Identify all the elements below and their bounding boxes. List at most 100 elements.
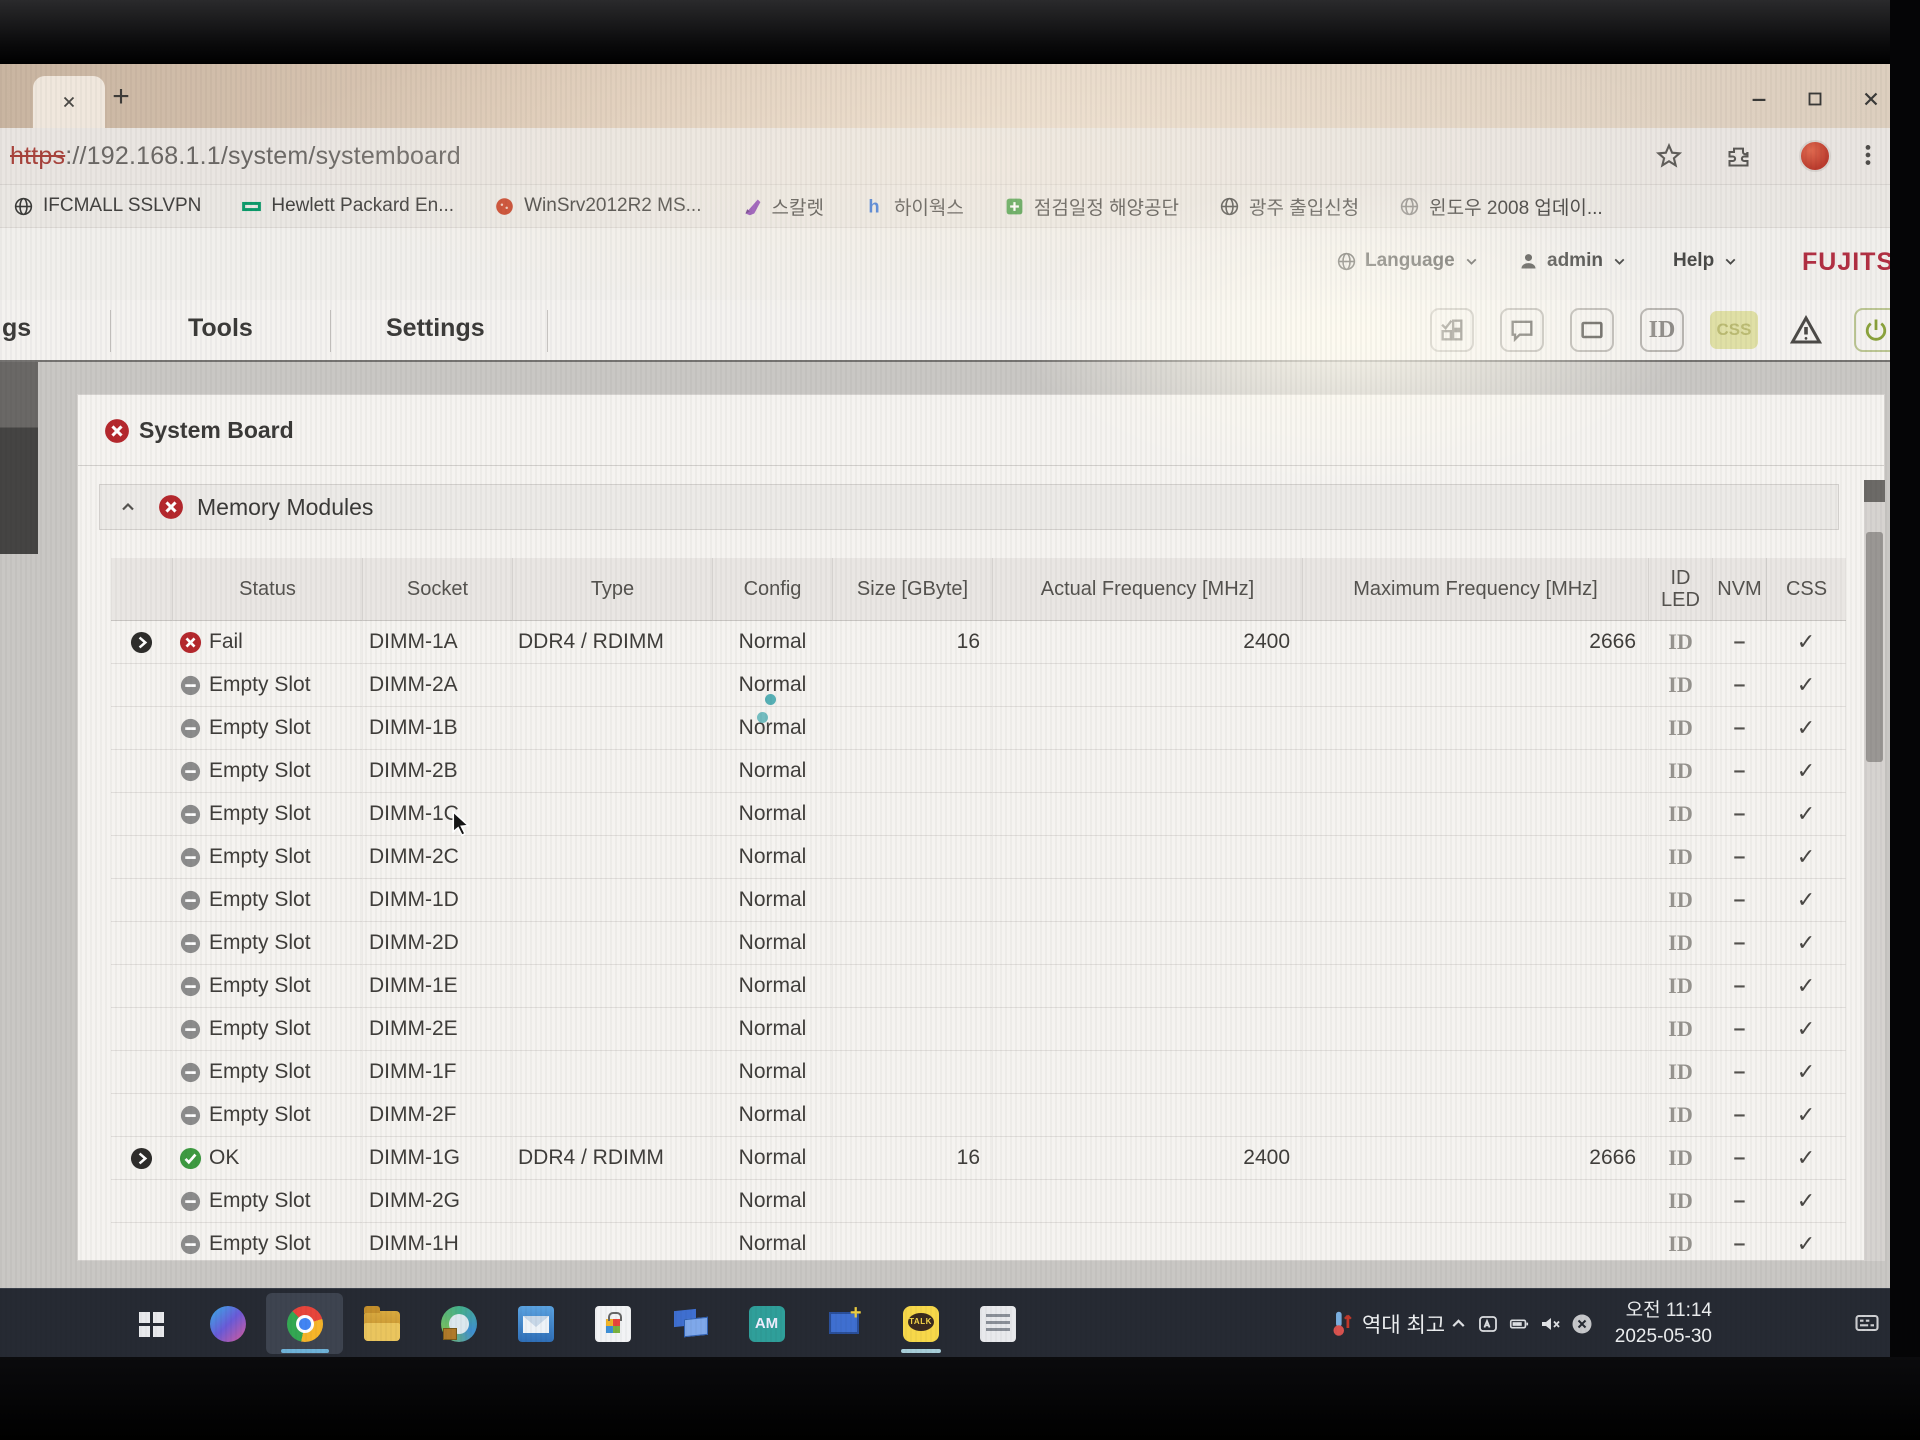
cell-status: Empty Slot <box>173 1223 363 1261</box>
id-led-button[interactable]: ID <box>1668 1145 1692 1171</box>
nvm-value: – <box>1734 1017 1746 1041</box>
user-menu[interactable]: admin <box>1518 250 1628 272</box>
tray-expand-caret-icon[interactable] <box>1448 1313 1469 1334</box>
id-led-button[interactable]: ID <box>1668 1016 1692 1042</box>
cell-id: ID <box>1649 836 1713 878</box>
cell-status: OK <box>173 1137 363 1179</box>
sidebar-fragment <box>0 362 38 554</box>
scrollbar-thumb[interactable] <box>1866 532 1883 762</box>
window-close-button[interactable] <box>1860 88 1882 110</box>
scrollbar[interactable] <box>1864 480 1885 1261</box>
window-maximize-button[interactable] <box>1804 88 1826 110</box>
cell-status: Empty Slot <box>173 707 363 749</box>
tab-close-icon[interactable] <box>60 93 78 111</box>
console-chat-button[interactable] <box>1500 308 1544 352</box>
scrollbar-arrow[interactable] <box>1864 480 1885 502</box>
cell-socket: DIMM-1G <box>363 1137 513 1179</box>
expand-row-icon[interactable] <box>130 631 153 654</box>
bookmark-item[interactable]: IFCMALL SSLVPN <box>13 195 201 217</box>
id-led-button[interactable]: ID <box>1668 1102 1692 1128</box>
cell-max <box>1303 664 1649 706</box>
power-button[interactable] <box>1854 308 1890 352</box>
component-status-button[interactable] <box>1430 308 1474 352</box>
video-redirection-button[interactable] <box>1570 308 1614 352</box>
browser-profile-avatar[interactable] <box>1799 140 1831 172</box>
action-center-icon[interactable] <box>1852 1309 1882 1337</box>
table-row[interactable]: OKDIMM-1GDDR4 / RDIMMNormal1624002666ID–… <box>111 1137 1846 1180</box>
table-row: Empty SlotDIMM-2BNormalID–✓ <box>111 750 1846 793</box>
cell-expand <box>111 922 173 964</box>
browser-menu-icon[interactable] <box>1855 142 1881 168</box>
id-led-button[interactable]: ID <box>1668 629 1692 655</box>
temperature-icon[interactable] <box>1326 1307 1356 1339</box>
id-led-button[interactable]: ID <box>1668 801 1692 827</box>
expand-row-icon[interactable] <box>130 1147 153 1170</box>
identify-led-button[interactable]: ID <box>1640 308 1684 352</box>
cell-config: Normal <box>713 965 833 1007</box>
nav-item-logs-cut[interactable]: gs <box>2 314 31 343</box>
nvm-value: – <box>1734 630 1746 654</box>
column-header: Actual Frequency [MHz] <box>993 558 1303 620</box>
bookmark-item[interactable]: 스칼렛 <box>742 193 824 220</box>
language-menu[interactable]: Language <box>1336 250 1480 272</box>
id-led-button[interactable]: ID <box>1668 887 1692 913</box>
cell-nvm: – <box>1713 879 1767 921</box>
page-header: Language admin Help FUJITSU <box>0 228 1890 300</box>
bookmark-item[interactable]: Hewlett Packard En... <box>241 195 454 217</box>
table-row: Empty SlotDIMM-1DNormalID–✓ <box>111 879 1846 922</box>
collapse-chevron-icon[interactable] <box>118 497 138 517</box>
cell-css: ✓ <box>1767 1223 1846 1261</box>
extensions-icon[interactable] <box>1725 143 1752 170</box>
browser-tab[interactable] <box>33 76 105 128</box>
cell-max <box>1303 1051 1649 1093</box>
url-text[interactable]: https://192.168.1.1/system/systemboard <box>10 142 461 171</box>
css-indicator[interactable]: CSS <box>1710 311 1758 349</box>
warning-triangle-icon <box>1788 312 1824 348</box>
new-tab-button[interactable]: + <box>104 80 138 114</box>
id-led-button[interactable]: ID <box>1668 672 1692 698</box>
css-check: ✓ <box>1797 1231 1815 1257</box>
id-led-button[interactable]: ID <box>1668 973 1692 999</box>
css-check: ✓ <box>1797 1059 1815 1085</box>
weather-headline[interactable]: 역대 최고 <box>1362 1309 1445 1339</box>
table-row[interactable]: FailDIMM-1ADDR4 / RDIMMNormal1624002666I… <box>111 621 1846 664</box>
id-led-button[interactable]: ID <box>1668 1188 1692 1214</box>
bookmark-item[interactable]: WinSrv2012R2 MS... <box>494 195 701 217</box>
bookmark-star-icon[interactable] <box>1655 142 1683 170</box>
cell-css: ✓ <box>1767 707 1846 749</box>
bookmark-item[interactable]: 점검일정 해양공단 <box>1004 193 1179 220</box>
id-led-button[interactable]: ID <box>1668 758 1692 784</box>
id-led-button[interactable]: ID <box>1668 930 1692 956</box>
system-warning-indicator[interactable] <box>1784 308 1828 352</box>
status-text: Empty Slot <box>209 1103 311 1127</box>
memory-modules-section-header[interactable]: Memory Modules <box>99 484 1839 530</box>
bookmark-item[interactable]: h하이웍스 <box>864 193 964 220</box>
id-led-button[interactable]: ID <box>1668 844 1692 870</box>
volume-muted-icon[interactable] <box>1538 1312 1562 1336</box>
user-icon <box>1518 251 1539 272</box>
cell-config: Normal <box>713 707 833 749</box>
divider <box>78 465 1884 466</box>
window-minimize-button[interactable] <box>1748 88 1770 110</box>
bookmark-item[interactable]: 광주 출입신청 <box>1219 193 1359 220</box>
cell-size <box>833 836 993 878</box>
cell-type: DDR4 / RDIMM <box>513 621 713 663</box>
help-menu[interactable]: Help <box>1673 250 1739 272</box>
cell-type <box>513 707 713 749</box>
id-led-button[interactable]: ID <box>1668 1231 1692 1257</box>
nav-item-settings[interactable]: Settings <box>386 314 485 343</box>
browser-address-bar[interactable]: https://192.168.1.1/system/systemboard <box>0 128 1890 185</box>
battery-icon[interactable] <box>1506 1313 1532 1335</box>
id-led-button[interactable]: ID <box>1668 715 1692 741</box>
taskbar-clock[interactable]: 오전 11:142025-05-30 <box>1600 1298 1712 1350</box>
bookmark-item[interactable]: 윈도우 2008 업데이... <box>1399 193 1603 220</box>
nav-item-tools[interactable]: Tools <box>188 314 253 343</box>
cell-status: Fail <box>173 621 363 663</box>
ime-icon[interactable] <box>1476 1312 1500 1336</box>
notification-close-icon[interactable] <box>1570 1312 1594 1336</box>
cell-id: ID <box>1649 1180 1713 1222</box>
cell-actual <box>993 965 1303 1007</box>
cell-max <box>1303 836 1649 878</box>
css-check: ✓ <box>1797 1102 1815 1128</box>
id-led-button[interactable]: ID <box>1668 1059 1692 1085</box>
